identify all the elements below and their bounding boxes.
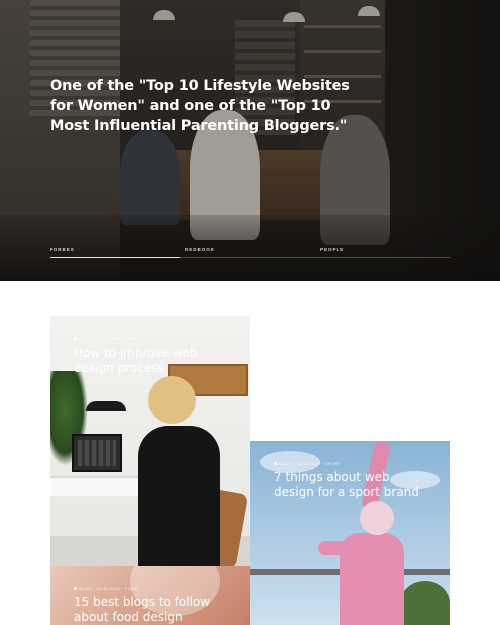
person-head <box>148 376 196 424</box>
card-title[interactable]: 15 best blogs to follow about food desig… <box>74 595 224 625</box>
tree-icon <box>400 581 450 625</box>
press-active-indicator <box>50 257 180 258</box>
hero-section: One of the "Top 10 Lifestyle Websites fo… <box>0 0 500 281</box>
card-meta: BLOG · 12/11/2019 · WEB <box>74 336 135 341</box>
blog-card[interactable]: BLOG · 12/11/2019 · SPORT 7 things about… <box>250 441 450 625</box>
press-logo-people[interactable]: PEOPLE <box>320 247 344 252</box>
person-figure <box>340 533 404 625</box>
hero-overlay <box>0 0 500 281</box>
card-meta: BLOG · 12/11/2019 · FOOD <box>74 586 138 591</box>
press-logos: FORBES REDBOOK PEOPLE <box>50 247 450 261</box>
desk-lamp-icon <box>86 401 126 411</box>
person-head <box>360 501 394 535</box>
card-title[interactable]: How to improve web design process <box>74 346 224 376</box>
hero-quote: One of the "Top 10 Lifestyle Websites fo… <box>50 78 350 134</box>
person-figure <box>138 426 220 566</box>
monitor-icon <box>72 434 122 472</box>
press-logo-redbook[interactable]: REDBOOK <box>185 247 215 252</box>
press-logo-forbes[interactable]: FORBES <box>50 247 75 252</box>
card-meta: BLOG · 12/11/2019 · SPORT <box>274 461 341 466</box>
blog-card[interactable]: BLOG · 12/11/2019 · FOOD 15 best blogs t… <box>50 566 250 625</box>
blog-card[interactable]: BLOG · 12/11/2019 · WEB How to improve w… <box>50 316 250 566</box>
card-title[interactable]: 7 things about web design for a sport br… <box>274 470 424 500</box>
